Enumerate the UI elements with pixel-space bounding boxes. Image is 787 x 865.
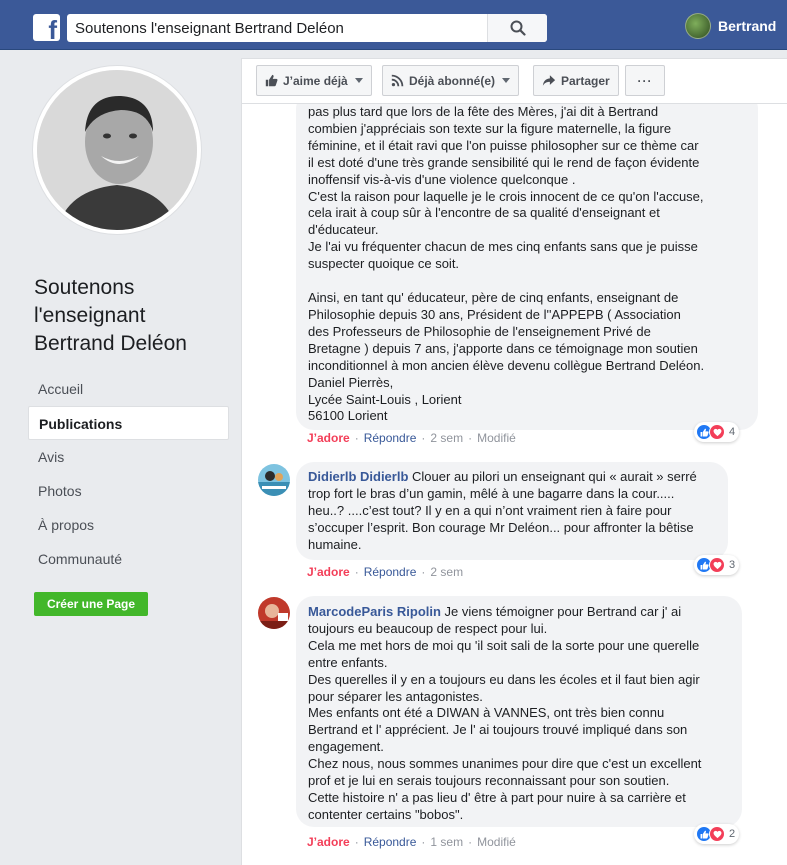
search-icon [510,20,526,36]
comment-text-continued: Ainsi, en tant qu' éducateur, père de ci… [308,290,705,424]
comment-timestamp[interactable]: 2 sem [430,565,463,579]
nav-item-avis[interactable]: Avis [28,440,229,474]
share-arrow-icon [542,75,556,86]
edited-label[interactable]: Modifié [477,835,516,849]
search-bar [67,14,547,42]
comment-text: Je viens témoigner pour Bertrand car j' … [308,604,702,822]
facebook-logo-icon[interactable]: f [33,14,60,41]
avatar [685,13,711,39]
more-options-button[interactable]: ··· [625,65,665,96]
love-reaction-icon [709,557,725,573]
love-reaction-icon [709,826,725,842]
chevron-down-icon [502,78,511,83]
love-reaction-link[interactable]: J’adore [307,431,350,445]
page-navigation: Accueil Publications Avis Photos À propo… [28,372,229,576]
comment-author-link[interactable]: Didierlb Didierlb [308,469,408,484]
page-action-bar: J’aime déjà Déjà abonné(e) Partager ··· [241,58,787,104]
comment-bubble: pas plus tard que lors de la fête des Mè… [296,104,758,430]
follow-page-label: Déjà abonné(e) [409,73,496,88]
comment-actions: J’adore · Répondre · 2 sem · Modifié [307,431,516,445]
comment-actions: J’adore · Répondre · 2 sem [307,565,464,579]
top-navigation-bar: f Bertrand [0,0,787,50]
search-input[interactable] [67,14,487,42]
nav-item-communaute[interactable]: Communauté [28,542,229,576]
reaction-count: 2 [729,828,736,840]
comment-author-link[interactable]: MarcodeParis Ripolin [308,604,441,619]
create-page-button[interactable]: Créer une Page [34,592,148,616]
reactions-summary[interactable]: 2 [694,824,740,844]
comment-actions: J’adore · Répondre · 1 sem · Modifié [307,835,516,849]
profile-name: Bertrand [718,18,777,34]
profile-link[interactable]: Bertrand [685,13,776,39]
share-label: Partager [561,73,610,88]
chevron-down-icon [354,78,363,83]
comment-text: pas plus tard que lors de la fête des Mè… [308,104,704,272]
commenter-avatar[interactable] [258,597,290,629]
follow-page-button[interactable]: Déjà abonné(e) [382,65,520,96]
page-profile-picture[interactable] [33,66,201,234]
nav-item-publications[interactable]: Publications [28,406,229,440]
rss-icon [391,74,404,87]
edited-label[interactable]: Modifié [477,431,516,445]
commenter-avatar[interactable] [258,464,290,496]
page-title: Soutenons l'enseignant Bertrand Deléon [34,276,187,355]
like-page-label: J’aime déjà [283,73,348,88]
love-reaction-icon [709,424,725,440]
nav-item-photos[interactable]: Photos [28,474,229,508]
nav-item-accueil[interactable]: Accueil [28,372,229,406]
reply-link[interactable]: Répondre [364,431,417,445]
thumbs-up-icon [265,74,278,87]
comment-bubble: MarcodeParis Ripolin Je viens témoigner … [296,596,742,827]
profile-photo [37,70,197,230]
search-button[interactable] [487,14,547,42]
reactions-summary[interactable]: 4 [694,422,740,442]
reaction-count: 4 [729,426,736,438]
reply-link[interactable]: Répondre [364,835,417,849]
like-page-button[interactable]: J’aime déjà [256,65,372,96]
reply-link[interactable]: Répondre [364,565,417,579]
share-button[interactable]: Partager [533,65,619,96]
comments-panel: pas plus tard que lors de la fête des Mè… [241,104,787,865]
reactions-summary[interactable]: 3 [694,555,740,575]
love-reaction-link[interactable]: J’adore [307,565,350,579]
comment-bubble: Didierlb Didierlb Clouer au pilori un en… [296,462,728,560]
love-reaction-link[interactable]: J’adore [307,835,350,849]
nav-item-a-propos[interactable]: À propos [28,508,229,542]
reaction-count: 3 [729,559,736,571]
comment-timestamp[interactable]: 1 sem [430,835,463,849]
comment-timestamp[interactable]: 2 sem [430,431,463,445]
